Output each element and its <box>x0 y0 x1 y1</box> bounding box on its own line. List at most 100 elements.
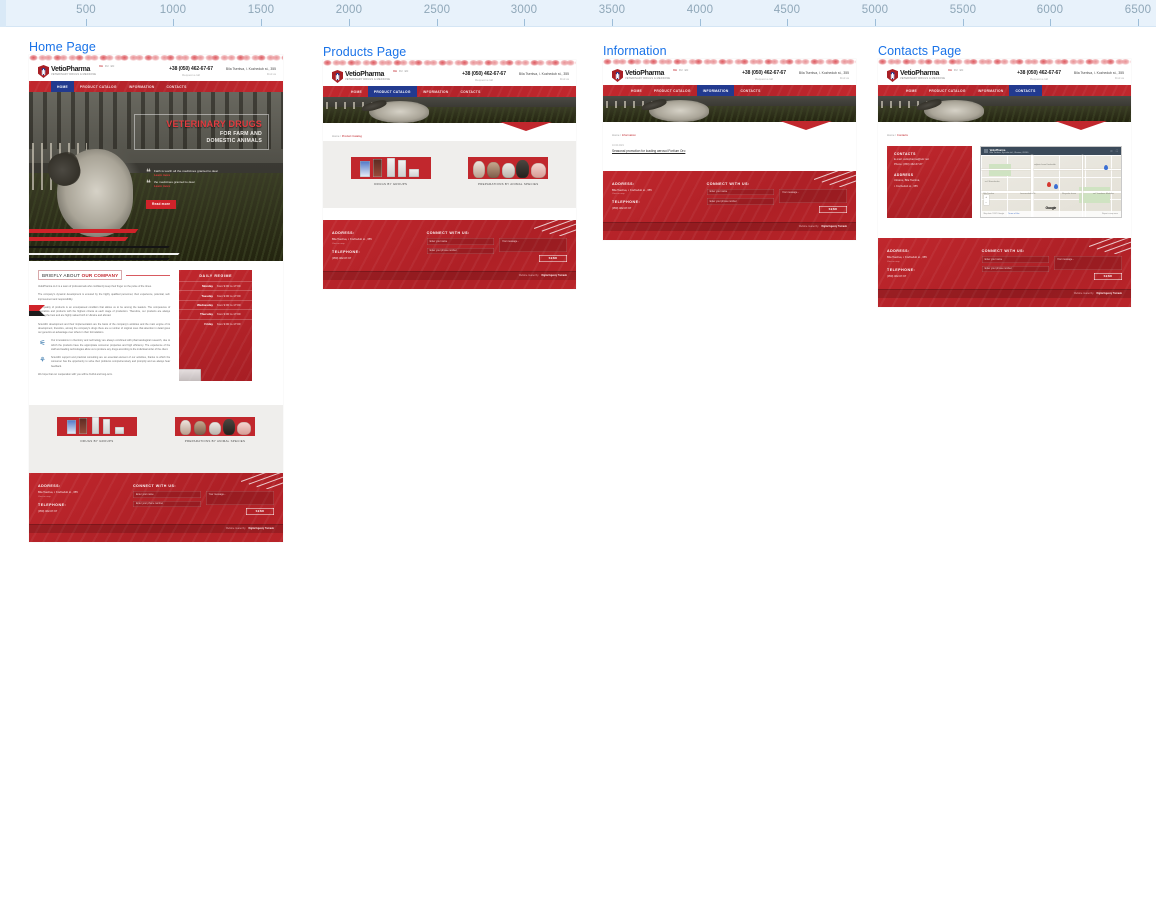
header-phone-number[interactable]: +38 (050) 462-67-67 <box>1017 70 1061 76</box>
lang-en[interactable]: EN <box>405 70 409 73</box>
footer-message-textarea[interactable]: Your message... <box>1053 256 1122 270</box>
header-address[interactable]: Bila Tserkva, i. Kozhedub st., 355 Find … <box>799 71 849 80</box>
nav-item-contacts[interactable]: CONTACTS <box>1009 85 1042 96</box>
header-phone-number[interactable]: +38 (050) 462-67-67 <box>169 66 213 72</box>
footer-telephone-value[interactable]: (050) 462-67-67 <box>612 207 697 211</box>
nav-item-contacts[interactable]: CONTACTS <box>454 86 486 97</box>
breadcrumb-home[interactable]: Home <box>887 133 894 137</box>
header-phone-caption[interactable]: Request a call <box>169 73 213 77</box>
brand-logo[interactable]: VetioPharma VETERINARY DRUGS & MEDICINE <box>612 69 670 82</box>
header-phone-caption[interactable]: Request a call <box>1017 77 1061 81</box>
lang-ru[interactable]: RU <box>679 69 683 72</box>
brand-logo[interactable]: VetioPharma VETERINARY DRUGS & MEDICINE <box>332 70 390 83</box>
frame-products-page[interactable]: Products Page VetioPharma VETERINARY DRU… <box>323 45 576 289</box>
news-title[interactable]: Seasonal promotion for loading aerosol F… <box>612 149 847 153</box>
copyright-author[interactable]: Digital Agency Tornado <box>541 275 567 277</box>
map-viewport[interactable]: vulytsia Ivana Kozhedub vul. Shevchenka … <box>980 155 1121 217</box>
lang-ru[interactable]: RU <box>399 70 403 73</box>
brand-logo[interactable]: VetioPharma VETERINARY DRUGS & MEDICINE <box>887 69 945 82</box>
header-phone[interactable]: +38 (050) 462-67-67 Request a call <box>742 70 786 81</box>
footer-phone-input[interactable]: Enter your phone number <box>706 198 774 205</box>
footer-telephone-value[interactable]: (050) 462-67-67 <box>332 257 417 261</box>
main-navigation[interactable]: HOME PRODUCT CATALOG INFORMATION CONTACT… <box>323 86 576 97</box>
lang-en[interactable]: EN <box>111 65 115 68</box>
nav-item-information[interactable]: INFORMATION <box>417 86 455 97</box>
brand-logo[interactable]: VetioPharma VETERINARY DRUGS & MEDICINE <box>38 65 96 78</box>
frame-title-information[interactable]: Information <box>603 44 667 58</box>
nav-item-contacts[interactable]: CONTACTS <box>160 81 192 92</box>
map-expand-icon[interactable] <box>983 149 988 153</box>
footer-send-button[interactable]: SEND <box>1094 273 1122 280</box>
lang-ua[interactable]: UA <box>948 69 952 72</box>
catalog-card-drugs[interactable]: DRUGS BY GROUPS <box>56 417 138 443</box>
breadcrumb-home[interactable]: Home <box>612 133 619 137</box>
header-address[interactable]: Bila Tserkva, i. Kozhedub st., 355 Find … <box>226 67 276 76</box>
frame-contacts-page[interactable]: Contacts Page VetioPharma VETERINARY DRU… <box>878 44 1131 307</box>
header-phone[interactable]: +38 (050) 462-67-67 Request a call <box>462 71 506 82</box>
footer-telephone-value[interactable]: (050) 462-67-67 <box>887 275 972 279</box>
header-phone-number[interactable]: +38 (050) 462-67-67 <box>462 71 506 77</box>
map-fullscreen-icon[interactable]: ⛶ <box>1116 149 1118 153</box>
catalog-card-drugs[interactable]: DRUGS BY GROUPS <box>350 157 431 186</box>
footer-name-input[interactable]: Enter your name <box>706 188 774 195</box>
nav-item-information[interactable]: INFORMATION <box>972 85 1010 96</box>
lang-ru[interactable]: RU <box>105 65 109 68</box>
nav-item-product-catalog[interactable]: PRODUCT CATALOG <box>367 86 417 97</box>
frame-title-contacts[interactable]: Contacts Page <box>878 44 961 58</box>
catalog-card-species[interactable]: PREPARATIONS BY ANIMAL SPECIES <box>174 417 256 443</box>
design-canvas[interactable]: Home Page VetioPharma VETERINARY DRUGS &… <box>0 27 1156 916</box>
header-phone[interactable]: +38 (050) 462-67-67 Request a call <box>169 66 213 77</box>
header-address[interactable]: Bila Tserkva, i. Kozhedub st., 355 Find … <box>519 72 569 81</box>
copyright-author[interactable]: Digital Agency Tornado <box>821 226 847 228</box>
footer-message-textarea[interactable]: Your message... <box>498 238 567 252</box>
nav-item-information[interactable]: INFORMATION <box>696 85 735 96</box>
language-switcher[interactable]: UA RU EN <box>393 70 408 73</box>
lang-ua[interactable]: UA <box>673 69 677 72</box>
lang-ua[interactable]: UA <box>393 70 397 73</box>
lang-en[interactable]: EN <box>960 69 964 72</box>
header-address-caption[interactable]: Find us <box>226 72 276 76</box>
map-zoom-out-button[interactable]: − <box>984 200 989 205</box>
nav-item-contacts[interactable]: CONTACTS <box>734 85 766 96</box>
map-pin-primary[interactable] <box>1046 182 1051 188</box>
nav-item-product-catalog[interactable]: PRODUCT CATALOG <box>648 85 697 96</box>
footer-name-input[interactable]: Enter your name <box>981 256 1049 263</box>
main-navigation[interactable]: HOME PRODUCT CATALOG INFORMATION CONTACT… <box>29 81 283 92</box>
frame-title-home[interactable]: Home Page <box>29 40 96 54</box>
nav-item-product-catalog[interactable]: PRODUCT CATALOG <box>74 81 123 92</box>
nav-item-home[interactable]: HOME <box>900 85 923 96</box>
main-navigation[interactable]: HOME PRODUCT CATALOG INFORMATION CONTACT… <box>878 85 1131 96</box>
header-phone-caption[interactable]: Request a call <box>462 78 506 82</box>
google-map[interactable]: VetioPharma Bila Tserkva, Kyivska obl., … <box>979 146 1122 218</box>
hero-read-more-button[interactable]: Read more <box>146 199 177 209</box>
lang-ua[interactable]: UA <box>99 65 103 68</box>
lang-ru[interactable]: RU <box>954 69 958 72</box>
frame-home-page[interactable]: Home Page VetioPharma VETERINARY DRUGS &… <box>29 40 283 542</box>
main-navigation[interactable]: HOME PRODUCT CATALOG INFORMATION CONTACT… <box>603 85 856 96</box>
hero-quote-2-link[interactable]: Learn more <box>154 184 195 188</box>
language-switcher[interactable]: UA RU EN <box>948 69 963 72</box>
frame-title-products[interactable]: Products Page <box>323 45 406 59</box>
header-address-caption[interactable]: Find us <box>1074 76 1124 80</box>
nav-item-home[interactable]: HOME <box>625 85 648 96</box>
footer-message-textarea[interactable]: Your message... <box>778 188 847 203</box>
header-phone-caption[interactable]: Request a call <box>742 77 786 81</box>
footer-telephone-value[interactable]: (050) 462-67-67 <box>38 510 123 514</box>
lang-en[interactable]: EN <box>685 69 689 72</box>
contacts-email[interactable]: E-mail: vetiopharma@ukr.net <box>894 158 965 162</box>
header-address-caption[interactable]: Find us <box>519 77 569 81</box>
footer-name-input[interactable]: Enter your name <box>426 238 494 245</box>
map-zoom-controls[interactable]: + − <box>983 195 989 205</box>
copyright-author[interactable]: Digital Agency Tornado <box>248 528 274 530</box>
language-switcher[interactable]: UA RU EN <box>99 65 114 68</box>
footer-name-input[interactable]: Enter your name <box>132 491 201 498</box>
footer-phone-input[interactable]: Enter your phone number <box>981 265 1049 272</box>
header-phone-number[interactable]: +38 (050) 462-67-67 <box>742 70 786 76</box>
language-switcher[interactable]: UA RU EN <box>673 69 688 72</box>
hero-quote-1-link[interactable]: Learn more <box>154 173 218 177</box>
copyright-author[interactable]: Digital Agency Tornado <box>1096 293 1122 295</box>
footer-send-button[interactable]: SEND <box>246 508 274 515</box>
map-pin-secondary[interactable] <box>1053 183 1058 189</box>
footer-phone-input[interactable]: Enter your phone number <box>132 500 201 507</box>
header-phone[interactable]: +38 (050) 462-67-67 Request a call <box>1017 70 1061 81</box>
